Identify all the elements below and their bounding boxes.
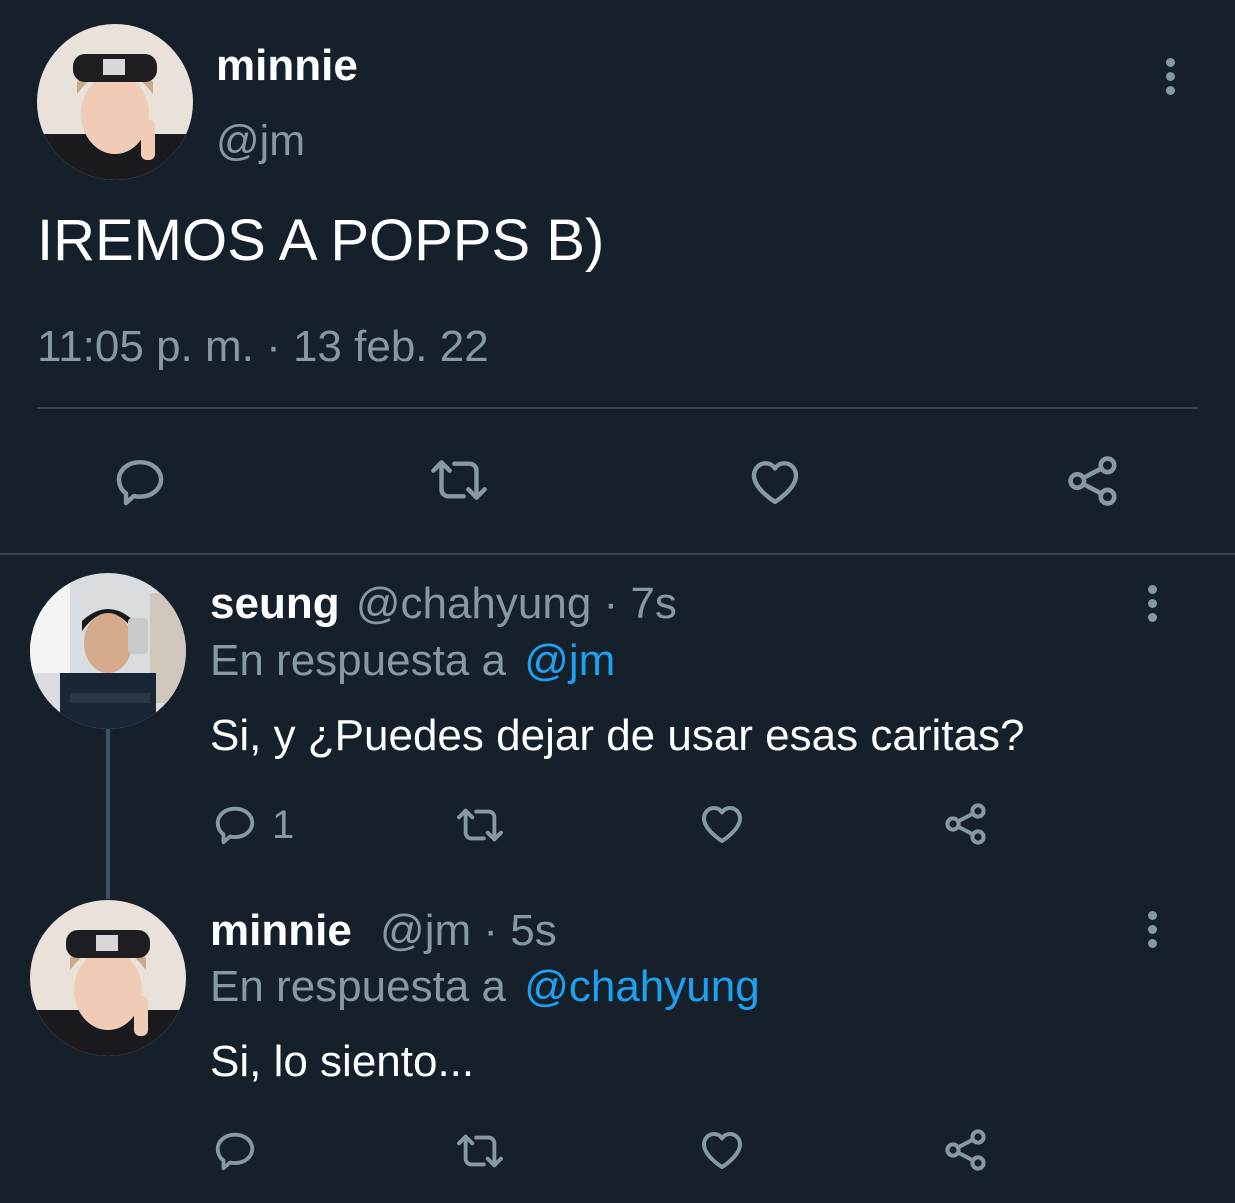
handle[interactable]: @jm: [216, 115, 305, 167]
heart-icon[interactable]: [698, 1126, 746, 1174]
reply-time: · 7s: [603, 579, 677, 628]
display-name[interactable]: minnie: [216, 40, 358, 92]
share-icon[interactable]: [942, 1126, 990, 1174]
handle[interactable]: @chahyung: [356, 579, 592, 628]
tweet-text: Si, lo siento...: [210, 1037, 475, 1086]
retweet-icon[interactable]: [452, 1128, 508, 1174]
more-vertical-icon[interactable]: [1166, 58, 1176, 100]
reply-icon[interactable]: [112, 454, 168, 510]
display-name[interactable]: seung: [210, 579, 340, 628]
share-icon[interactable]: [1064, 452, 1122, 510]
reply-context: En respuesta a @chahyung: [210, 961, 760, 1013]
reply-time: · 5s: [483, 906, 557, 955]
handle[interactable]: @jm: [380, 906, 471, 955]
section-divider: [0, 553, 1235, 555]
share-icon[interactable]: [942, 800, 990, 848]
retweet-icon[interactable]: [426, 452, 492, 508]
reply-to-link[interactable]: @chahyung: [524, 962, 760, 1011]
reply-to-link[interactable]: @jm: [524, 636, 615, 685]
tweet-text: Si, y ¿Puedes dejar de usar esas caritas…: [210, 711, 1025, 760]
heart-icon[interactable]: [746, 454, 804, 510]
retweet-icon[interactable]: [452, 802, 508, 848]
tweet-timestamp: 11:05 p. m. · 13 feb. 22: [37, 322, 489, 371]
reply-prefix: En respuesta a: [210, 962, 506, 1011]
reply-icon[interactable]: [212, 802, 258, 848]
reply-count: 1: [272, 803, 295, 847]
avatar[interactable]: [30, 573, 186, 729]
reply-icon[interactable]: [212, 1128, 258, 1174]
avatar[interactable]: [30, 900, 186, 1056]
heart-icon[interactable]: [698, 800, 746, 848]
reply-header: seung @chahyung · 7s: [210, 578, 677, 630]
avatar[interactable]: [37, 24, 193, 180]
thread-line: [106, 729, 110, 899]
more-vertical-icon[interactable]: [1148, 911, 1158, 953]
reply-context: En respuesta a @jm: [210, 635, 615, 687]
reply-header: minnie @jm · 5s: [210, 905, 557, 957]
tweet-text: IREMOS A POPPS B): [37, 208, 605, 273]
display-name[interactable]: minnie: [210, 906, 352, 955]
more-vertical-icon[interactable]: [1148, 585, 1158, 627]
divider: [37, 407, 1198, 409]
reply-prefix: En respuesta a: [210, 636, 506, 685]
